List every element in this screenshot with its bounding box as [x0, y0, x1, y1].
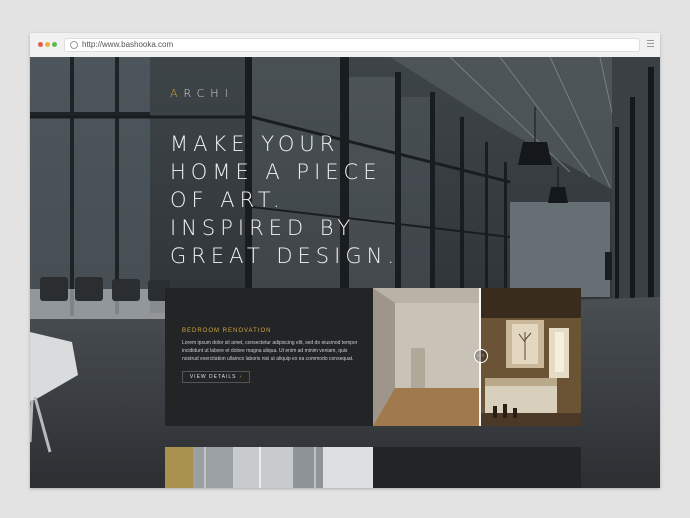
- project-description: Lorem ipsum dolor sit amet, consectetur …: [182, 340, 358, 362]
- hamburger-menu-icon[interactable]: [647, 40, 654, 49]
- view-details-label: VIEW DETAILS: [189, 374, 237, 380]
- chevron-left-icon: ‹: [477, 353, 479, 359]
- view-details-button[interactable]: VIEW DETAILS ›: [182, 371, 250, 383]
- browser-titlebar: http://www.bashooka.com: [30, 33, 660, 57]
- headline-line: INSPIRED BY: [170, 216, 356, 240]
- headline-line: HOME A PIECE: [170, 160, 382, 184]
- site-logo[interactable]: ARCHI: [170, 87, 234, 100]
- headline-line: MAKE YOUR: [170, 132, 340, 156]
- minimize-window-icon[interactable]: [45, 42, 50, 47]
- next-project-preview[interactable]: [165, 447, 581, 488]
- project-category: BEDROOM RENOVATION: [182, 328, 272, 334]
- website-viewport: ARCHI MAKE YOUR HOME A PIECE OF ART. INS…: [30, 57, 660, 488]
- slider-handle[interactable]: ‹ ›: [474, 349, 488, 363]
- maximize-window-icon[interactable]: [52, 42, 57, 47]
- globe-icon: [70, 41, 78, 49]
- url-text[interactable]: http://www.bashooka.com: [82, 39, 173, 51]
- logo-accent-letter: A: [170, 87, 184, 100]
- chevron-right-icon: ›: [239, 374, 243, 380]
- logo-text: RCHI: [183, 87, 234, 100]
- close-window-icon[interactable]: [38, 42, 43, 47]
- hero-headline: MAKE YOUR HOME A PIECE OF ART. INSPIRED …: [170, 130, 399, 270]
- address-bar[interactable]: http://www.bashooka.com: [64, 38, 640, 52]
- project-card: BEDROOM RENOVATION Lorem ipsum dolor sit…: [165, 288, 373, 426]
- headline-line: OF ART.: [170, 188, 285, 212]
- browser-window: http://www.bashooka.com ARCHI MAKE YOUR …: [30, 33, 660, 488]
- chevron-right-icon: ›: [482, 353, 484, 359]
- before-after-slider[interactable]: ‹ ›: [373, 288, 581, 426]
- headline-line: GREAT DESIGN.: [170, 244, 399, 268]
